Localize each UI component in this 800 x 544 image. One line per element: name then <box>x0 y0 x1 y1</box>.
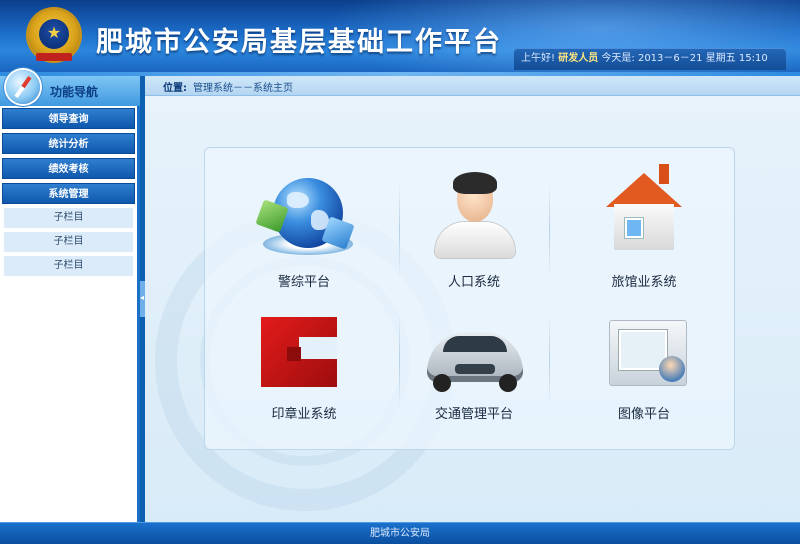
compass-icon <box>6 70 40 104</box>
house-icon <box>606 173 682 207</box>
tile-traffic-platform[interactable]: 交通管理平台 <box>399 290 549 422</box>
block-cutout <box>299 337 337 359</box>
person-hair <box>453 172 497 194</box>
tile-label: 图像平台 <box>617 407 670 422</box>
divider <box>549 313 550 408</box>
tile-police-platform[interactable]: 警综平台 <box>229 148 379 290</box>
tile-seal-system[interactable]: 印章业系统 <box>229 290 379 422</box>
block-cutout <box>287 347 301 361</box>
footer: 肥城市公安局 <box>0 522 800 544</box>
globe-land <box>287 192 309 208</box>
sidebar-menu: 领导查询 统计分析 绩效考核 系统管理 子栏目 子栏目 子栏目 <box>0 108 137 280</box>
header: ★ 肥城市公安局基层基础工作平台 上午好! 研发人员 今天是: 2013－6－2… <box>0 0 800 72</box>
nav-title: 功能导航 <box>50 85 99 99</box>
tile-hotel-system[interactable]: 旅馆业系统 <box>569 148 719 290</box>
users-icon <box>659 356 685 382</box>
car-grill <box>455 364 495 374</box>
breadcrumb-path: 管理系统－－系统主页 <box>193 83 293 94</box>
date-label: 今天是: <box>601 53 635 64</box>
greeting: 上午好! <box>521 53 556 64</box>
system-panel: 警综平台 人口系统 旅馆业系统 印章业系统 交通管理平台 图像平台 <box>204 147 735 450</box>
tile-label: 旅馆业系统 <box>611 275 677 290</box>
tile-label: 人口系统 <box>447 275 500 290</box>
police-emblem-icon: ★ <box>28 9 80 61</box>
house-door <box>625 218 643 238</box>
sidebar-item-system-management[interactable]: 系统管理 <box>2 183 135 204</box>
emblem-inner: ★ <box>39 19 69 49</box>
site-title: 肥城市公安局基层基础工作平台 <box>96 27 502 58</box>
time: 15:10 <box>738 53 768 64</box>
tile-image-platform[interactable]: 图像平台 <box>569 290 719 422</box>
breadcrumb-label: 位置: <box>163 83 187 94</box>
house-wall <box>614 204 674 250</box>
sidebar-item-leader-query[interactable]: 领导查询 <box>2 108 135 129</box>
compass-needle <box>14 76 32 98</box>
tile-population-system[interactable]: 人口系统 <box>399 148 549 290</box>
person-body <box>435 222 515 258</box>
sidebar: 功能导航 领导查询 统计分析 绩效考核 系统管理 子栏目 子栏目 子栏目 <box>0 70 140 522</box>
sidebar-subitem[interactable]: 子栏目 <box>4 232 133 252</box>
car-wheel <box>499 374 517 392</box>
weekday: 星期五 <box>705 53 736 64</box>
emblem-ribbon <box>36 53 72 61</box>
status-bar: 上午好! 研发人员 今天是: 2013－6－21 星期五 15:10 <box>514 48 786 70</box>
date: 2013－6－21 <box>637 53 703 64</box>
sidebar-subitem[interactable]: 子栏目 <box>4 208 133 228</box>
chevron-left-icon: ◂ <box>140 293 145 302</box>
sidebar-item-performance[interactable]: 绩效考核 <box>2 158 135 179</box>
star-icon: ★ <box>46 23 62 42</box>
sidebar-subitem[interactable]: 子栏目 <box>4 256 133 276</box>
tile-label: 印章业系统 <box>271 407 337 422</box>
tile-label: 警综平台 <box>277 275 330 290</box>
divider <box>549 183 550 278</box>
car-wheel <box>433 374 451 392</box>
nav-header: 功能导航 <box>0 70 140 106</box>
breadcrumb: 位置: 管理系统－－系统主页 <box>145 76 800 96</box>
user-name: 研发人员 <box>558 53 599 64</box>
tile-label: 交通管理平台 <box>434 407 513 422</box>
car-window <box>443 336 507 352</box>
sidebar-item-statistics[interactable]: 统计分析 <box>2 133 135 154</box>
main-content: 位置: 管理系统－－系统主页 警综平台 人口系统 旅馆业系统 印章业系统 交通管… <box>145 76 800 522</box>
